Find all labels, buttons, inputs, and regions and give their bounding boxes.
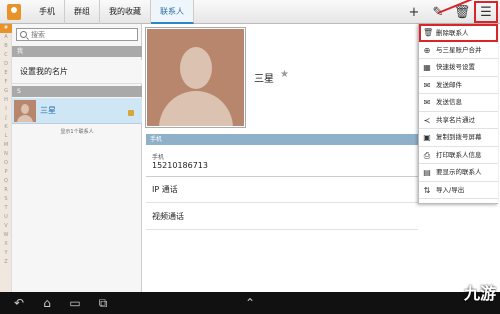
avatar xyxy=(14,100,36,122)
alpha-index-letter[interactable]: G xyxy=(0,87,12,96)
video-call-item[interactable]: 视频通话 xyxy=(146,204,418,230)
phone-section-header: 手机 xyxy=(146,134,418,145)
menu-item-share[interactable]: ≺ 共享名片通过 xyxy=(419,112,498,129)
alpha-index-letter[interactable]: W xyxy=(0,231,12,240)
home-icon[interactable]: ⌂ xyxy=(38,296,56,310)
contact-detail-name: 三星 xyxy=(254,74,274,85)
phone-number[interactable]: 15210186713 xyxy=(152,161,208,170)
alpha-index-letter[interactable]: X xyxy=(0,240,12,249)
search-field[interactable] xyxy=(16,28,138,41)
alpha-index-letter[interactable]: O xyxy=(0,159,12,168)
print-icon: ⎙ xyxy=(423,150,431,160)
alpha-index-letter[interactable]: N xyxy=(0,150,12,159)
add-icon[interactable]: + xyxy=(402,0,426,24)
screenshot-icon[interactable]: ⧉ xyxy=(94,296,112,310)
alpha-index-letter[interactable]: B xyxy=(0,42,12,51)
alpha-index-letter[interactable]: L xyxy=(0,132,12,141)
alpha-index-letter[interactable]: Y xyxy=(0,249,12,258)
alpha-index-letter[interactable]: I xyxy=(0,105,12,114)
import-export-icon: ⇅ xyxy=(423,185,431,195)
menu-item-import-export[interactable]: ⇅ 导入/导出 xyxy=(419,182,498,199)
top-bar: 手机 群组 我的收藏 联系人 + ✎ 🗑 ☰ xyxy=(0,0,500,24)
chevron-up-icon[interactable]: ⌃ xyxy=(241,296,259,310)
person-silhouette-icon xyxy=(180,47,212,89)
alpha-index-letter[interactable]: T xyxy=(0,204,12,213)
list-item[interactable]: 三星 xyxy=(12,98,142,124)
alpha-index-letter[interactable]: H xyxy=(0,96,12,105)
contact-photo[interactable] xyxy=(145,27,246,128)
alpha-index-letter[interactable]: M xyxy=(0,141,12,150)
alpha-index-letter[interactable]: D xyxy=(0,60,12,69)
alpha-index[interactable]: # A B C D E F G H I J K L M N O P Q R S T U V W X Y Z xyxy=(0,24,12,292)
contact-list: 我 设置我的名片 S 三星 显示1个联系人 xyxy=(12,24,142,292)
person-body-shape xyxy=(159,91,233,126)
mail-icon: ✉ xyxy=(423,80,431,90)
action-bar: + ✎ 🗑 ☰ xyxy=(402,0,500,24)
alpha-index-letter[interactable]: A xyxy=(0,33,12,42)
lock-icon xyxy=(128,110,134,116)
menu-item-contacts-to-display[interactable]: ▤ 要显示的联系人 xyxy=(419,164,498,182)
copy-icon: ▣ xyxy=(423,133,431,142)
section-header-s: S xyxy=(12,86,142,97)
tab-groups[interactable]: 群组 xyxy=(65,0,100,24)
search-icon xyxy=(20,31,27,38)
tab-favorites[interactable]: 我的收藏 xyxy=(100,0,151,24)
alpha-index-letter[interactable]: S xyxy=(0,195,12,204)
recent-apps-icon[interactable]: ▭ xyxy=(66,296,84,310)
tab-contacts[interactable]: 联系人 xyxy=(151,0,194,24)
watermark-logo: 九游 xyxy=(463,284,496,303)
ip-call-item[interactable]: IP 通话 xyxy=(146,177,418,203)
search-input[interactable] xyxy=(17,29,137,40)
contact-detail: 三星 ★ 手机 手机 15210186713 IP 通话 视频通话 xyxy=(142,24,418,292)
alpha-index-letter[interactable]: U xyxy=(0,213,12,222)
alpha-index-letter[interactable]: J xyxy=(0,114,12,123)
menu-icon[interactable]: ☰ xyxy=(474,1,498,23)
menu-item-copy-to-dialer[interactable]: ▣ 复制到拨号屏幕 xyxy=(419,129,498,147)
alpha-index-letter[interactable]: F xyxy=(0,78,12,87)
menu-item-send-mail[interactable]: ✉ 发送邮件 xyxy=(419,77,498,94)
alpha-index-letter[interactable]: C xyxy=(0,51,12,60)
menu-item-merge[interactable]: ⊕ 与三星账户合并 xyxy=(419,42,498,59)
menu-item-print[interactable]: ⎙ 打印联系人信息 xyxy=(419,147,498,164)
share-icon: ≺ xyxy=(423,115,431,125)
alpha-index-letter[interactable]: Q xyxy=(0,177,12,186)
section-header-me: 我 xyxy=(12,46,142,57)
menu-item-speed-dial[interactable]: ▦ 快速拨号设置 xyxy=(419,59,498,77)
star-icon[interactable]: ★ xyxy=(280,69,289,80)
contacts-icon: ▤ xyxy=(423,168,431,177)
contact-name: 三星 xyxy=(40,106,56,115)
contact-count: 显示1个联系人 xyxy=(60,129,94,135)
menu-item-delete-contact[interactable]: 🗑 删除联系人 xyxy=(419,24,498,42)
menu-item-accounts[interactable]: ●账户 xyxy=(419,199,498,203)
alpha-index-letter[interactable]: P xyxy=(0,168,12,177)
overflow-menu: 🗑 删除联系人 ⊕ 与三星账户合并 ▦ 快速拨号设置 ✉ 发送邮件 ✉ 发送信息 ≺ 共享名… xyxy=(418,24,498,204)
alpha-index-letter[interactable]: K xyxy=(0,123,12,132)
tab-phone[interactable]: 手机 xyxy=(30,0,65,24)
alpha-index-letter[interactable]: E xyxy=(0,69,12,78)
alpha-index-letter[interactable]: V xyxy=(0,222,12,231)
alpha-index-letter[interactable]: Z xyxy=(0,258,12,267)
message-icon: ✉ xyxy=(423,98,431,107)
contacts-app-icon xyxy=(7,4,21,20)
back-icon[interactable]: ↶ xyxy=(10,296,28,310)
alpha-index-letter[interactable]: # xyxy=(0,24,12,33)
merge-icon: ⊕ xyxy=(423,45,431,55)
trash-icon: 🗑 xyxy=(423,28,434,37)
my-card-item[interactable]: 设置我的名片 xyxy=(12,60,142,84)
speed-dial-icon: ▦ xyxy=(423,63,431,72)
alpha-index-letter[interactable]: R xyxy=(0,186,12,195)
menu-item-send-message[interactable]: ✉ 发送信息 xyxy=(419,94,498,112)
phone-label: 手机 xyxy=(152,154,165,161)
tab-bar: 手机 群组 我的收藏 联系人 xyxy=(30,0,194,24)
screen: 手机 群组 我的收藏 联系人 + ✎ 🗑 ☰ #ABCDEFGHIJKLMNOP… xyxy=(0,0,500,314)
system-nav-bar: ↶ ⌂ ▭ ⧉ ⌃ xyxy=(0,292,500,314)
